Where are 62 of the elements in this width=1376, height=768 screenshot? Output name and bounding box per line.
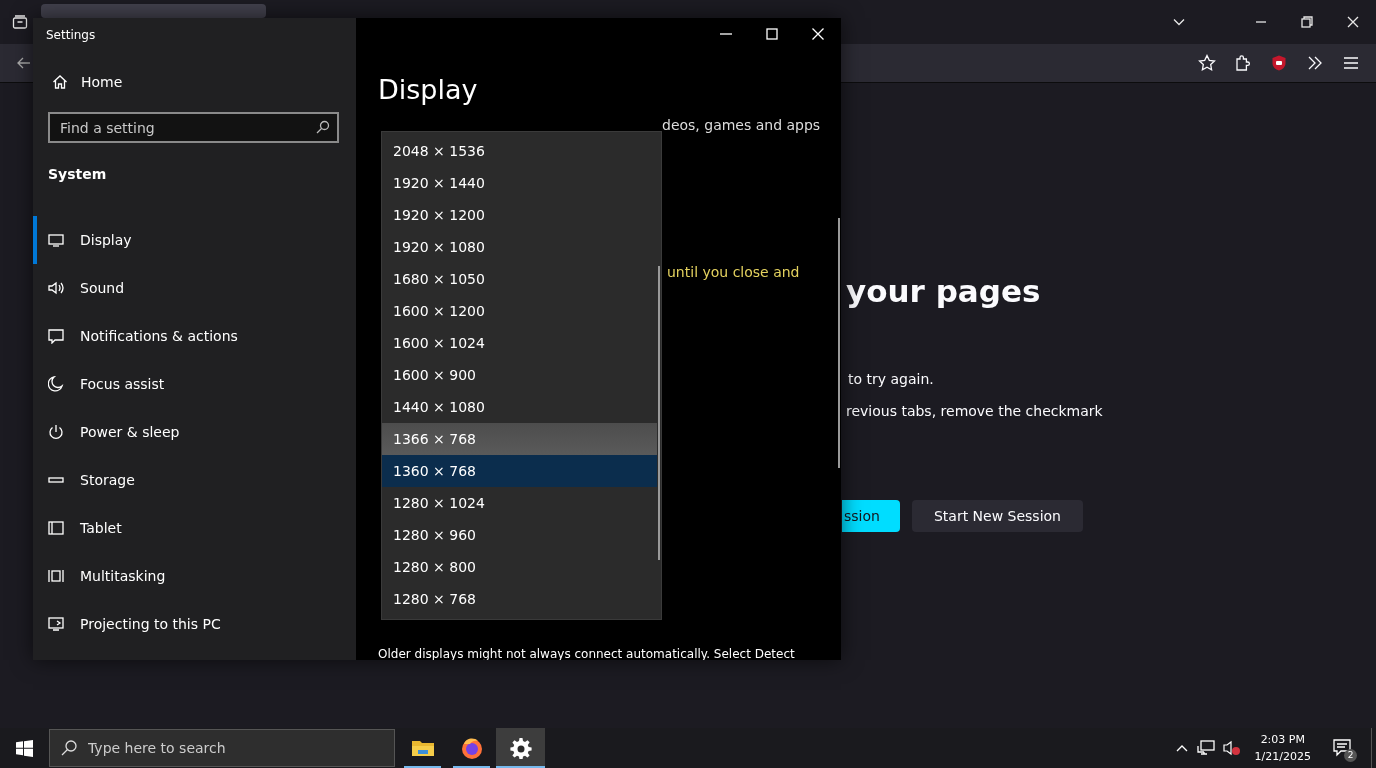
resolution-option[interactable]: 1360 × 768 [382,455,657,487]
sidebar-item[interactable]: Sound [33,264,356,312]
page-heading: your pages [846,273,1042,309]
restore-session-button[interactable]: ssion [842,500,900,532]
resolution-option[interactable]: 1280 × 800 [382,551,657,583]
resolution-option[interactable]: 1920 × 1200 [382,199,657,231]
sidebar-item[interactable]: Power & sleep [33,408,356,456]
back-arrow-icon[interactable] [16,55,32,71]
home-link[interactable]: Home [52,74,123,90]
search-icon [60,739,78,757]
sidebar-item[interactable]: Focus assist [33,360,356,408]
warning-text: until you close and [667,264,801,280]
power-icon [48,424,64,440]
sidebar-item[interactable]: Projecting to this PC [33,600,356,648]
resolution-option[interactable]: 1600 × 1024 [382,327,657,359]
notification-count: 2 [1344,749,1357,762]
resolution-option[interactable]: 1440 × 1080 [382,391,657,423]
description-text: deos, games and apps [662,117,822,133]
scrollbar-thumb[interactable] [838,218,840,468]
resolution-option[interactable]: 1920 × 1440 [382,167,657,199]
clock-time: 2:03 PM [1260,732,1305,748]
message-icon[interactable] [1333,739,1353,757]
browser-logo-icon [459,736,484,760]
new-session-button[interactable]: Start New Session [911,500,1083,532]
sidebar-item[interactable]: Notifications & actions [33,312,356,360]
taskbar-app[interactable] [496,728,545,768]
message-icon [48,328,64,344]
sidebar-item[interactable]: Storage [33,456,356,504]
resolution-option[interactable]: 1280 × 768 [382,583,657,615]
resolution-option[interactable]: 1280 × 1024 [382,487,657,519]
home-icon [52,74,68,90]
resolution-option[interactable]: 2048 × 1536 [382,135,657,167]
sidebar-item[interactable]: Tablet [33,504,356,552]
search-icon [316,120,330,134]
setting-search-field[interactable]: Find a setting [48,112,339,143]
resolution-option[interactable]: 1600 × 1200 [382,295,657,327]
tab-list-icon[interactable] [12,14,28,30]
description-text: Older displays might not always connect automatically. Select Detect [378,647,796,660]
tablet-icon [48,520,64,536]
page-title: Display [378,74,479,105]
speaker-muted-icon[interactable] [1222,740,1241,756]
resolution-option[interactable]: 1600 × 900 [382,359,657,391]
moon-icon [48,376,64,392]
body-text: to try again. [848,371,935,387]
windows-grid-icon [48,568,64,584]
scrollbar-thumb[interactable] [658,266,660,560]
speaker-icon [48,280,64,296]
folder-icon [410,738,435,758]
projector-icon [48,616,64,632]
gear-icon [509,737,532,759]
body-text: revious tabs, remove the checkmark [846,403,1104,419]
clock-date: 1/21/2025 [1254,749,1311,765]
network-icon[interactable] [1196,740,1215,756]
taskbar-search-field[interactable]: Type here to search [49,729,395,767]
resolution-option[interactable]: 1280 × 960 [382,519,657,551]
section-heading: System [48,166,108,182]
resolution-option[interactable]: 1920 × 1080 [382,231,657,263]
monitor-icon [48,232,64,248]
resolution-option[interactable]: 1680 × 1050 [382,263,657,295]
sidebar-item[interactable]: Multitasking [33,552,356,600]
resolution-option[interactable]: 1366 × 768 [382,423,657,455]
window-title: Settings [46,28,97,42]
